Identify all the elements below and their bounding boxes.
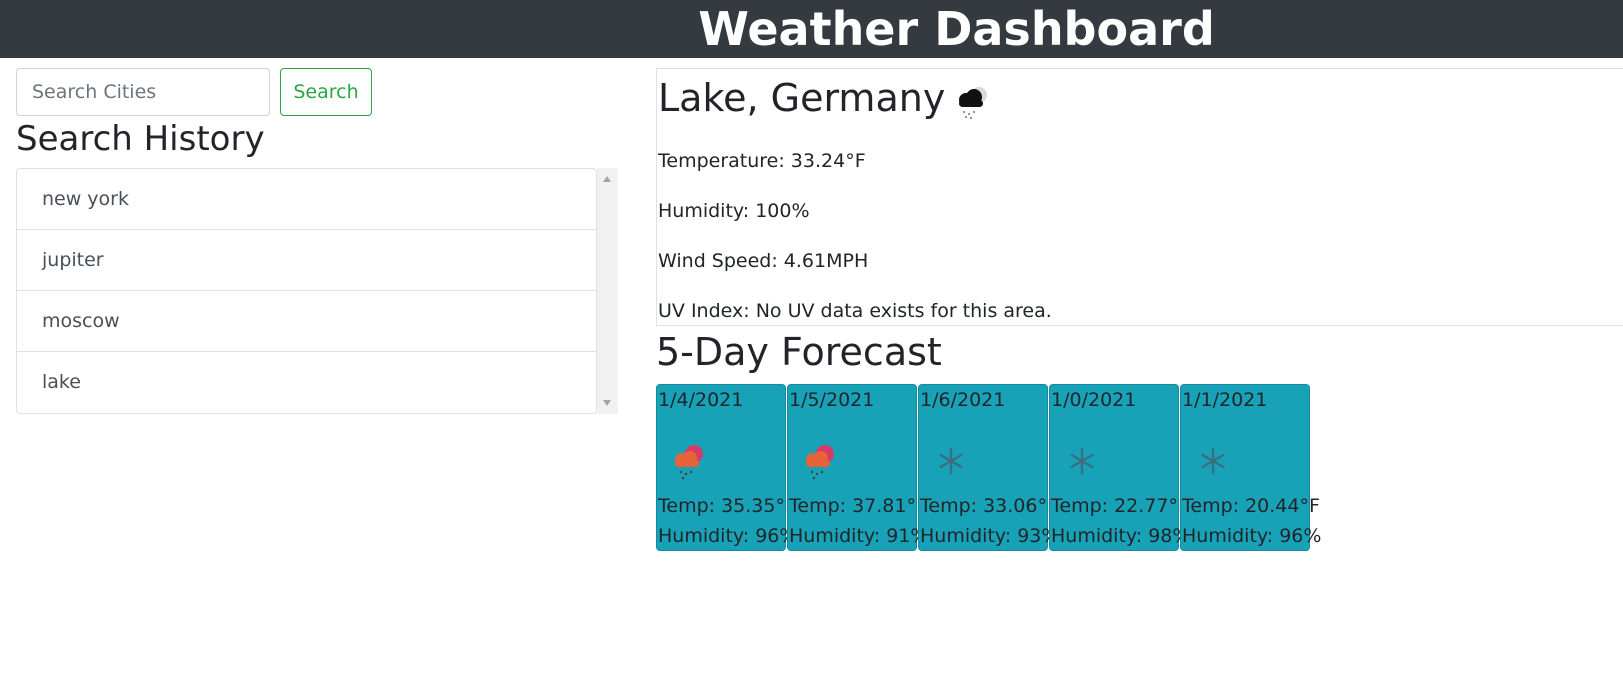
forecast-date: 1/4/2021 <box>658 389 744 411</box>
current-wind-speed: Wind Speed: 4.61MPH <box>658 250 869 272</box>
forecast-card: 1/5/2021 Temp: 37.81°F Humidity: 91% <box>787 384 928 551</box>
cloud-drizzle-icon <box>959 87 987 120</box>
current-weather-panel: Lake, Germany Temperature: 33.24°F Humid… <box>656 68 1623 326</box>
forecast-date: 1/1/2021 <box>1182 389 1268 411</box>
snowflake-icon <box>939 447 963 475</box>
scroll-down-arrow-icon[interactable] <box>603 400 611 406</box>
forecast-humidity: Humidity: 93% <box>920 525 1060 547</box>
forecast-humidity: Humidity: 91% <box>789 525 929 547</box>
rain-cloud-icon <box>675 445 703 480</box>
forecast-date: 1/5/2021 <box>789 389 875 411</box>
forecast-humidity: Humidity: 98% <box>1051 525 1191 547</box>
search-button[interactable]: Search <box>280 68 372 116</box>
history-item-jupiter[interactable]: jupiter <box>17 230 596 291</box>
snowflake-icon <box>1201 447 1225 475</box>
forecast-card: 1/4/2021 Temp: 35.35°F Humidity: 96% <box>656 384 797 551</box>
current-uv-index: UV Index: No UV data exists for this are… <box>658 300 1052 322</box>
search-input[interactable] <box>16 68 270 116</box>
forecast-date: 1/6/2021 <box>920 389 1006 411</box>
forecast-temp: Temp: 22.77°F <box>1051 495 1189 517</box>
forecast-temp: Temp: 35.35°F <box>658 495 796 517</box>
history-item-new-york[interactable]: new york <box>17 169 596 230</box>
search-history-list: new york jupiter moscow lake <box>16 168 597 414</box>
forecast-title: 5-Day Forecast <box>656 330 942 374</box>
forecast-humidity: Humidity: 96% <box>1182 525 1322 547</box>
page-title: Weather Dashboard <box>698 2 1215 56</box>
forecast-temp: Temp: 37.81°F <box>789 495 927 517</box>
current-temperature: Temperature: 33.24°F <box>658 150 866 172</box>
rain-cloud-icon <box>806 445 834 480</box>
forecast-card: 1/6/2021 Temp: 33.06°F Humidity: 93% <box>918 384 1059 551</box>
forecast-humidity: Humidity: 96% <box>658 525 798 547</box>
current-humidity: Humidity: 100% <box>658 200 810 222</box>
history-scrollbar[interactable] <box>597 168 618 414</box>
forecast-date: 1/0/2021 <box>1051 389 1137 411</box>
scroll-up-arrow-icon[interactable] <box>603 176 611 182</box>
search-history-title: Search History <box>16 119 265 159</box>
forecast-card: 1/0/2021 Temp: 22.77°F Humidity: 98% <box>1049 384 1190 551</box>
history-item-lake[interactable]: lake <box>17 352 596 413</box>
forecast-temp: Temp: 33.06°F <box>920 495 1058 517</box>
snowflake-icon <box>1070 447 1094 475</box>
search-history-panel: new york jupiter moscow lake <box>16 168 618 414</box>
current-city-name: Lake, Germany <box>658 76 946 120</box>
forecast-temp: Temp: 20.44°F <box>1182 495 1320 517</box>
forecast-card: 1/1/2021 Temp: 20.44°F Humidity: 96% <box>1180 384 1321 551</box>
header-bar: Weather Dashboard <box>0 0 1623 58</box>
history-item-moscow[interactable]: moscow <box>17 291 596 352</box>
